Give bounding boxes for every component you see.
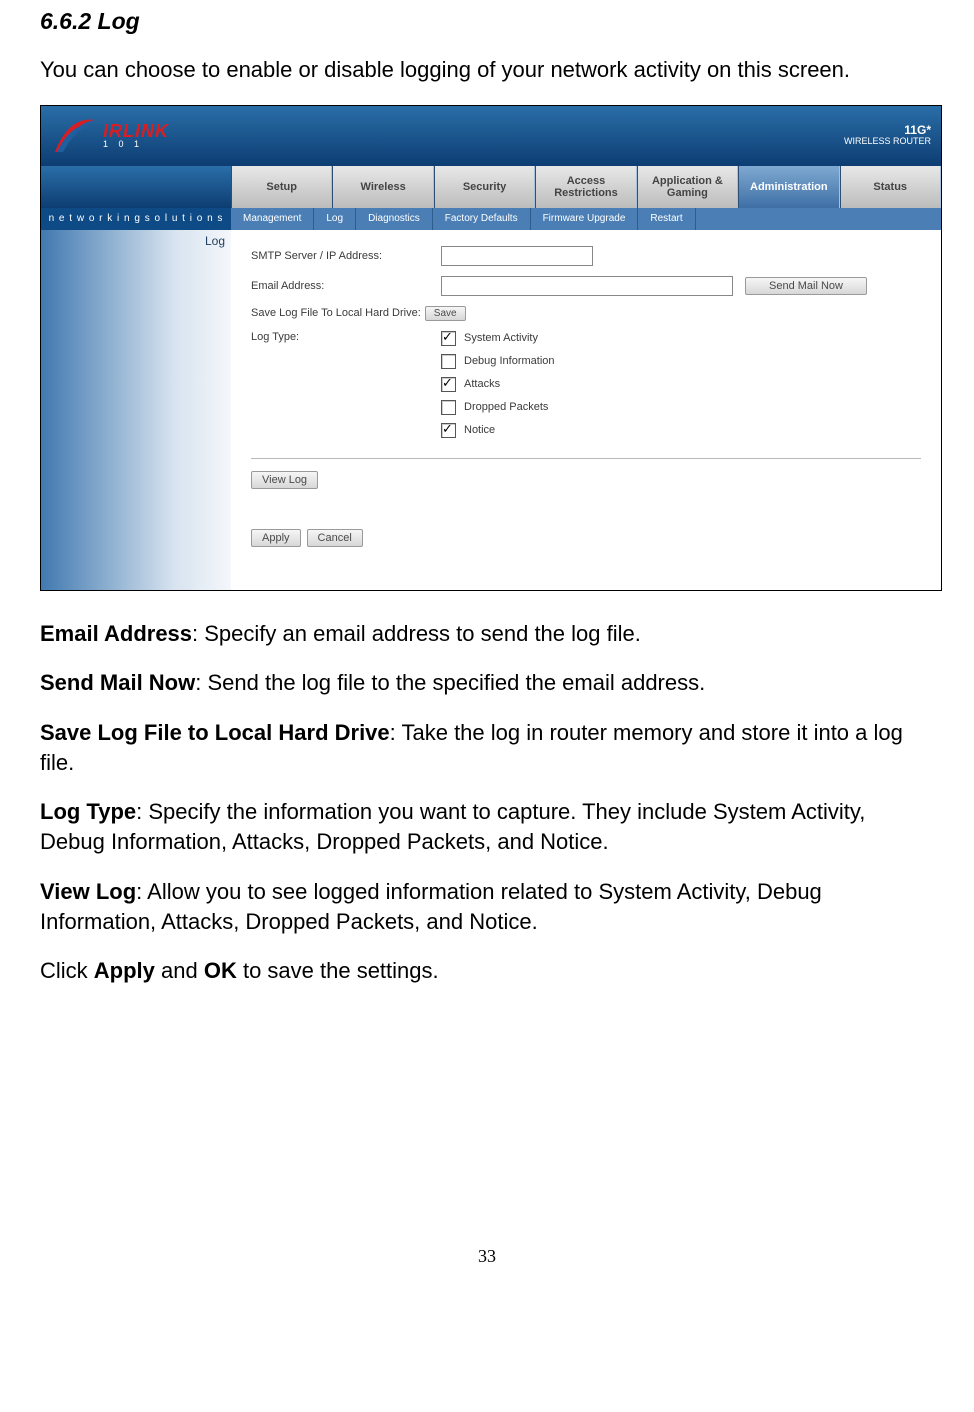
main-tabs: Setup Wireless Security Access Restricti… bbox=[41, 166, 941, 208]
checkbox-notice[interactable] bbox=[441, 423, 456, 438]
tabs-spacer bbox=[41, 166, 231, 208]
subtab-firmware-upgrade[interactable]: Firmware Upgrade bbox=[531, 208, 639, 230]
checkbox-attacks[interactable] bbox=[441, 377, 456, 392]
label-debug-information: Debug Information bbox=[464, 355, 555, 367]
tab-application-gaming[interactable]: Application & Gaming bbox=[637, 166, 738, 208]
p2-rest: : Send the log file to the specified the… bbox=[195, 670, 705, 695]
tagline: n e t w o r k i n g s o l u t i o n s bbox=[49, 213, 224, 224]
checkbox-debug-information[interactable] bbox=[441, 354, 456, 369]
log-type-label: Log Type: bbox=[251, 331, 441, 343]
logo-icon bbox=[51, 112, 99, 160]
tagline-cell: n e t w o r k i n g s o l u t i o n s bbox=[41, 208, 231, 230]
save-log-label: Save Log File To Local Hard Drive: bbox=[251, 307, 421, 319]
para-log-type: Log Type: Specify the information you wa… bbox=[40, 797, 934, 856]
checkbox-dropped-packets[interactable] bbox=[441, 400, 456, 415]
subtab-restart[interactable]: Restart bbox=[638, 208, 695, 230]
save-button[interactable]: Save bbox=[425, 306, 466, 321]
p5-bold: View Log bbox=[40, 879, 136, 904]
check-dropped-packets: Dropped Packets bbox=[441, 400, 921, 415]
subtab-factory-defaults[interactable]: Factory Defaults bbox=[433, 208, 531, 230]
row-smtp: SMTP Server / IP Address: bbox=[251, 246, 921, 266]
label-notice: Notice bbox=[464, 424, 495, 436]
check-system-activity: System Activity bbox=[441, 331, 921, 346]
row-log-type: Log Type: System Activity Debug Informat… bbox=[251, 331, 921, 446]
side-gradient: Log bbox=[41, 230, 231, 590]
checkbox-system-activity[interactable] bbox=[441, 331, 456, 346]
check-debug-information: Debug Information bbox=[441, 354, 921, 369]
intro-text: You can choose to enable or disable logg… bbox=[40, 55, 934, 85]
email-label: Email Address: bbox=[251, 280, 441, 292]
side-label: Log bbox=[205, 234, 225, 248]
para-send-mail-now: Send Mail Now: Send the log file to the … bbox=[40, 668, 934, 698]
para-view-log: View Log: Allow you to see logged inform… bbox=[40, 877, 934, 936]
p1-bold: Email Address bbox=[40, 621, 192, 646]
cancel-button[interactable]: Cancel bbox=[307, 529, 363, 547]
row-save-log: Save Log File To Local Hard Drive: Save bbox=[251, 306, 921, 321]
page-number: 33 bbox=[40, 1246, 934, 1267]
tab-administration[interactable]: Administration bbox=[738, 166, 839, 208]
badge-bottom: WIRELESS ROUTER bbox=[844, 137, 931, 147]
sub-tabs: n e t w o r k i n g s o l u t i o n s Ma… bbox=[41, 208, 941, 230]
p6-d: OK bbox=[204, 958, 237, 983]
p2-bold: Send Mail Now bbox=[40, 670, 195, 695]
para-apply-ok: Click Apply and OK to save the settings. bbox=[40, 956, 934, 986]
logo-area: IRLINK 1 0 1 bbox=[41, 106, 241, 166]
tab-setup[interactable]: Setup bbox=[231, 166, 332, 208]
apply-button[interactable]: Apply bbox=[251, 529, 301, 547]
product-badge: 11G* WIRELESS ROUTER bbox=[844, 124, 941, 147]
tab-wireless[interactable]: Wireless bbox=[332, 166, 433, 208]
tab-security[interactable]: Security bbox=[434, 166, 535, 208]
label-dropped-packets: Dropped Packets bbox=[464, 401, 548, 413]
para-save-log: Save Log File to Local Hard Drive: Take … bbox=[40, 718, 934, 777]
subtab-management[interactable]: Management bbox=[231, 208, 314, 230]
p6-b: Apply bbox=[94, 958, 155, 983]
row-email: Email Address: Send Mail Now bbox=[251, 276, 921, 296]
subtab-diagnostics[interactable]: Diagnostics bbox=[356, 208, 433, 230]
separator bbox=[251, 458, 921, 459]
p6-c: and bbox=[155, 958, 204, 983]
tab-access-restrictions[interactable]: Access Restrictions bbox=[535, 166, 636, 208]
brand-sub: 1 0 1 bbox=[103, 140, 169, 149]
subtab-log[interactable]: Log bbox=[314, 208, 356, 230]
check-attacks: Attacks bbox=[441, 377, 921, 392]
p6-e: to save the settings. bbox=[237, 958, 439, 983]
section-heading: 6.6.2 Log bbox=[40, 8, 934, 35]
brand-text: IRLINK bbox=[103, 122, 169, 140]
content-row: Log SMTP Server / IP Address: Email Addr… bbox=[41, 230, 941, 590]
send-mail-now-button[interactable]: Send Mail Now bbox=[745, 277, 867, 295]
router-ui-screenshot: IRLINK 1 0 1 11G* WIRELESS ROUTER Setup … bbox=[40, 105, 942, 591]
label-attacks: Attacks bbox=[464, 378, 500, 390]
p1-rest: : Specify an email address to send the l… bbox=[192, 621, 641, 646]
email-input[interactable] bbox=[441, 276, 733, 296]
tab-status[interactable]: Status bbox=[840, 166, 941, 208]
p3-bold: Save Log File to Local Hard Drive bbox=[40, 720, 390, 745]
p6-a: Click bbox=[40, 958, 94, 983]
p4-bold: Log Type bbox=[40, 799, 136, 824]
bottom-button-row: Apply Cancel bbox=[251, 529, 921, 547]
smtp-input[interactable] bbox=[441, 246, 593, 266]
p5-rest: : Allow you to see logged information re… bbox=[40, 879, 822, 934]
header-bar: IRLINK 1 0 1 11G* WIRELESS ROUTER bbox=[41, 106, 941, 166]
check-notice: Notice bbox=[441, 423, 921, 438]
para-email-address: Email Address: Specify an email address … bbox=[40, 619, 934, 649]
p4-rest: : Specify the information you want to ca… bbox=[40, 799, 865, 854]
view-log-button[interactable]: View Log bbox=[251, 471, 318, 489]
label-system-activity: System Activity bbox=[464, 332, 538, 344]
smtp-label: SMTP Server / IP Address: bbox=[251, 250, 441, 262]
content-area: SMTP Server / IP Address: Email Address:… bbox=[231, 230, 941, 590]
